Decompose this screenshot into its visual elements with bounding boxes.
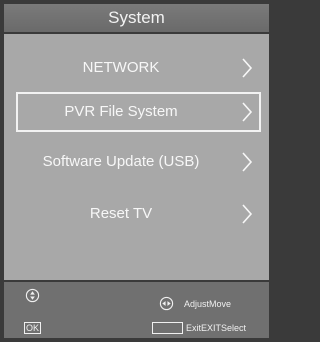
menu-panel: NETWORK PVR File System Software Update … xyxy=(4,34,269,280)
exit-key xyxy=(152,322,183,334)
menu-title: System xyxy=(4,4,269,32)
ok-key: OK xyxy=(24,322,41,334)
menu-item-software-update-usb[interactable]: Software Update (USB) xyxy=(16,142,261,182)
menu-item-label: PVR File System xyxy=(64,103,178,120)
left-right-circle-icon xyxy=(159,296,174,311)
menu-item-label: NETWORK xyxy=(82,59,160,76)
menu-item-label: Reset TV xyxy=(89,205,153,222)
up-down-circle-icon xyxy=(25,288,40,303)
chevron-right-icon xyxy=(242,152,253,172)
exit-select-hint: ExitEXITSelect xyxy=(186,323,247,333)
adjust-move-hint: AdjustMove xyxy=(184,299,232,309)
menu-item-pvr-file-system[interactable]: PVR File System xyxy=(16,92,261,132)
key-hint-bar: OK AdjustMove ExitEXITSelect xyxy=(4,282,269,338)
chevron-right-icon xyxy=(242,58,253,78)
chevron-right-icon xyxy=(242,102,253,122)
chevron-right-icon xyxy=(242,204,253,224)
menu-item-network[interactable]: NETWORK xyxy=(16,48,261,88)
menu-item-label: Software Update (USB) xyxy=(42,153,200,170)
system-menu-window: System NETWORK PVR File System Software … xyxy=(0,0,273,342)
menu-item-reset-tv[interactable]: Reset TV xyxy=(16,194,261,234)
